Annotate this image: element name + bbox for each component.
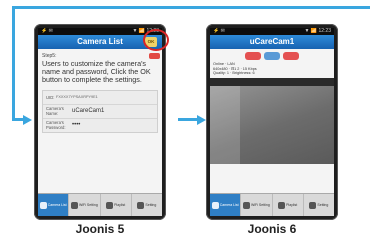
video-dark-band (210, 77, 334, 86)
playlist-icon (278, 201, 286, 209)
step-label: Step5: (42, 53, 57, 59)
status-right: ▼ 📶 12:23 (304, 28, 331, 34)
toolbar-label: Playlist (114, 203, 126, 207)
toolbar-playlist[interactable]: Playlist (273, 194, 304, 216)
page-title: Camera List (77, 37, 123, 46)
flow-arrowhead-1 (23, 114, 32, 125)
camera-list-icon (211, 201, 219, 209)
tab-snapshot[interactable] (245, 52, 261, 60)
status-bar: ⚡ ✉ ▼ 📶 12:23 (38, 28, 162, 35)
toolbar-camera-list[interactable]: Camera List (210, 194, 242, 216)
playlist-icon (106, 201, 114, 209)
camera-password-label: Camera's Password: (46, 120, 66, 131)
camera-list-icon (39, 201, 47, 209)
uid-label: UID: (46, 94, 55, 100)
stream-info: Online · LAN 640x480 · ⊟1 2 · 15 Kbps Qu… (210, 61, 334, 76)
phone-screen: ⚡ ✉ ▼ 📶 12:23 uCareCam1 Online · LAN 640… (210, 28, 334, 216)
phone-step6: ⚡ ✉ ▼ 📶 12:23 uCareCam1 Online · LAN 640… (206, 24, 338, 220)
flow-arrowhead-2 (197, 114, 206, 125)
page-title: uCareCam1 (249, 37, 295, 46)
highlight-circle (143, 29, 169, 51)
status-left: ⚡ ✉ (213, 28, 225, 34)
toolbar-playlist[interactable]: Playlist (101, 194, 132, 216)
camera-form: UID: FXXXX7YPSAXRPY9E1 Camera's Name: uC… (42, 89, 158, 133)
form-row-name[interactable]: Camera's Name: uCareCam1 (43, 105, 157, 119)
toolbar-setting[interactable]: Setting (132, 194, 162, 216)
flow-line-top (12, 6, 370, 9)
red-badge (149, 53, 160, 59)
status-bar: ⚡ ✉ ▼ 📶 12:23 (210, 28, 334, 35)
tab-record[interactable] (283, 52, 299, 60)
toolbar-wifi-setting[interactable]: WiFi Setting (241, 194, 273, 216)
flow-line-between (178, 118, 198, 121)
tab-view[interactable] (264, 52, 280, 60)
uid-value: FXXXX7YPSAXRPY9E1 (56, 95, 98, 100)
toolbar-label: Setting (145, 203, 157, 207)
instructions-text: Users to customize the camera's name and… (42, 59, 151, 85)
caption-figure-6: Joonis 6 (247, 222, 297, 236)
phone-step5: ⚡ ✉ ▼ 📶 12:23 Camera List OK Step5: User… (34, 24, 169, 220)
toolbar-label: Playlist (286, 203, 298, 207)
form-row-password[interactable]: Camera's Password: •••• (43, 119, 157, 132)
video-wall-shade (210, 85, 240, 164)
toolbar-label: Camera List (219, 203, 239, 207)
title-bar: uCareCam1 (210, 35, 334, 49)
bottom-toolbar: Camera List WiFi Setting Playlist Settin… (210, 193, 334, 216)
phone-screen: ⚡ ✉ ▼ 📶 12:23 Camera List OK Step5: User… (38, 28, 162, 216)
form-row-uid: UID: FXXXX7YPSAXRPY9E1 (43, 91, 157, 105)
status-left: ⚡ ✉ (41, 28, 53, 34)
toolbar-label: WiFi Setting (250, 203, 270, 207)
camera-password-input[interactable]: •••• (72, 122, 80, 128)
flow-line-left (12, 6, 15, 121)
toolbar-camera-list[interactable]: Camera List (38, 194, 70, 216)
gear-icon (137, 201, 145, 209)
toolbar-label: Setting (317, 203, 329, 207)
bottom-toolbar: Camera List WiFi Setting Playlist Settin… (38, 193, 162, 216)
toolbar-label: Camera List (47, 203, 67, 207)
live-video-view[interactable] (210, 77, 334, 164)
gear-icon (309, 201, 317, 209)
camera-name-label: Camera's Name: (46, 106, 64, 117)
toolbar-setting[interactable]: Setting (304, 194, 334, 216)
info-line: Quality: 1 · Brightness: 6 (213, 71, 255, 76)
toolbar-wifi-setting[interactable]: WiFi Setting (69, 194, 101, 216)
wifi-icon (70, 201, 78, 209)
wifi-icon (242, 201, 250, 209)
view-tabs (210, 49, 334, 61)
caption-figure-5: Joonis 5 (75, 222, 125, 236)
toolbar-label: WiFi Setting (78, 203, 98, 207)
camera-name-input[interactable]: uCareCam1 (72, 108, 104, 114)
